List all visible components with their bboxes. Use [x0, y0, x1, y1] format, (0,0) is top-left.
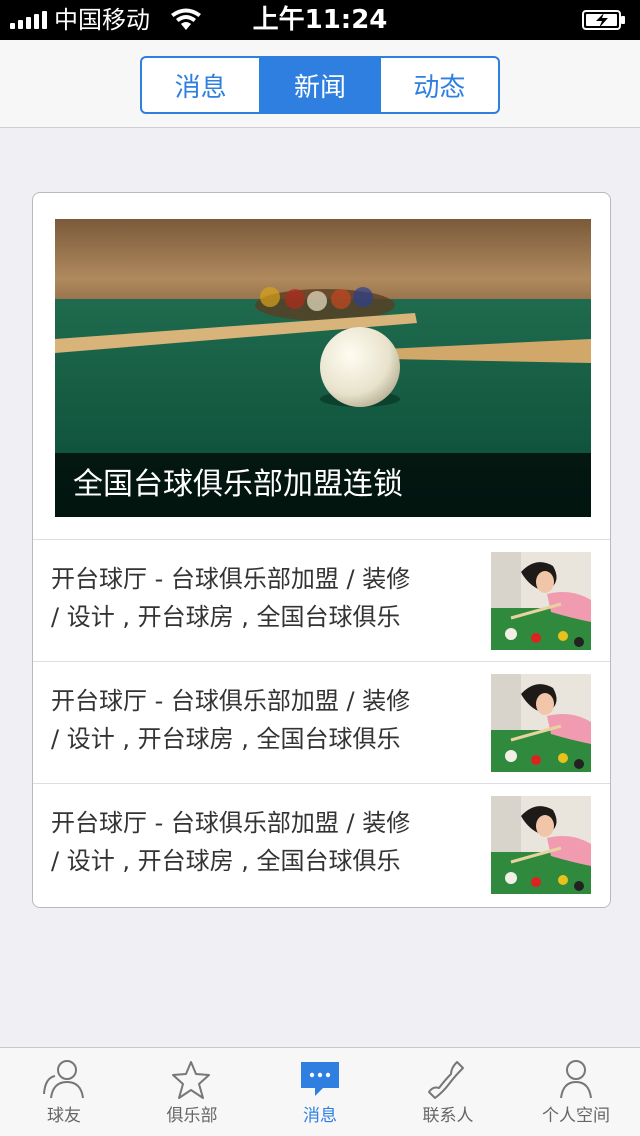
battery-charging-icon [582, 10, 625, 30]
chat-bubble-icon [301, 1062, 339, 1096]
navigation-bar: 消息 新闻 动态 [0, 40, 640, 128]
news-thumbnail [491, 552, 591, 650]
segmented-control: 消息 新闻 动态 [140, 56, 500, 114]
news-list-item[interactable]: 开台球厅 - 台球俱乐部加盟 / 装修 / 设计 , 开台球房 , 全国台球俱乐 [33, 539, 610, 661]
tab-messages[interactable]: 消息 [256, 1048, 384, 1136]
club-star-icon [172, 1061, 210, 1099]
status-bar: 中国移动 上午11:24 [0, 0, 640, 40]
friends-icon [43, 1060, 84, 1099]
news-list-item[interactable]: 开台球厅 - 台球俱乐部加盟 / 装修 / 设计 , 开台球房 , 全国台球俱乐 [33, 783, 610, 905]
segment-updates[interactable]: 动态 [381, 58, 498, 112]
phone-icon [428, 1061, 464, 1099]
news-title: 开台球厅 - 台球俱乐部加盟 / 装修 / 设计 , 开台球房 , 全国台球俱乐 [51, 687, 411, 753]
tab-club[interactable]: 俱乐部 [128, 1048, 256, 1136]
news-title: 开台球厅 - 台球俱乐部加盟 / 装修 / 设计 , 开台球房 , 全国台球俱乐 [51, 809, 411, 875]
news-list-item[interactable]: 开台球厅 - 台球俱乐部加盟 / 装修 / 设计 , 开台球房 , 全国台球俱乐 [33, 661, 610, 783]
segment-news[interactable]: 新闻 [261, 58, 381, 112]
tab-label: 俱乐部 [166, 1106, 218, 1126]
news-thumbnail [491, 674, 591, 772]
news-thumbnail [491, 796, 591, 894]
person-icon [560, 1060, 592, 1099]
tab-label: 球友 [47, 1106, 81, 1126]
tab-profile[interactable]: 个人空间 [512, 1048, 640, 1136]
featured-caption: 全国台球俱乐部加盟连锁 [55, 453, 591, 517]
featured-news[interactable]: 全国台球俱乐部加盟连锁 [55, 219, 591, 517]
news-title: 开台球厅 - 台球俱乐部加盟 / 装修 / 设计 , 开台球房 , 全国台球俱乐 [51, 565, 411, 631]
news-card: 全国台球俱乐部加盟连锁 开台球厅 - 台球俱乐部加盟 / 装修 / 设计 , 开… [32, 192, 611, 908]
tab-label: 联系人 [422, 1106, 474, 1126]
tab-label: 个人空间 [542, 1106, 610, 1126]
tab-label: 消息 [303, 1106, 337, 1126]
tab-contacts[interactable]: 联系人 [384, 1048, 512, 1136]
tab-bar: 球友 俱乐部 消息 联系人 个人空间 [0, 1047, 640, 1136]
status-time: 上午11:24 [252, 5, 388, 35]
segment-messages[interactable]: 消息 [142, 58, 262, 112]
tab-friends[interactable]: 球友 [0, 1048, 128, 1136]
